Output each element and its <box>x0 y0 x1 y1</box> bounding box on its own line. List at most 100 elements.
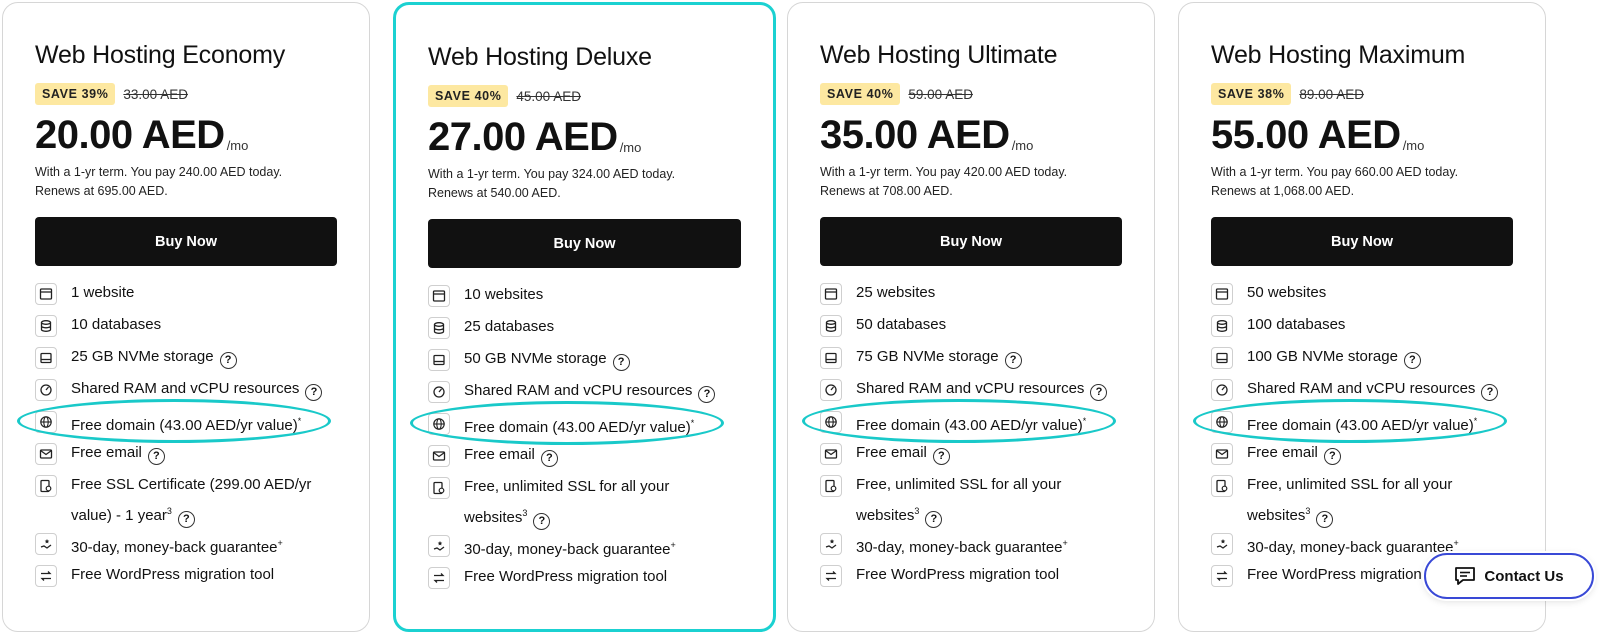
help-icon[interactable]: ? <box>698 386 716 403</box>
feature-label: 100 GB NVMe storage <box>1247 348 1398 365</box>
database-icon <box>35 315 57 337</box>
swap-arrows-icon <box>35 565 57 587</box>
feature-list: 10 websites 25 databases 50 GB NVMe storag… <box>410 284 741 598</box>
help-icon[interactable]: ? <box>1481 384 1499 401</box>
money-back-hand-icon <box>1211 533 1233 555</box>
buy-now-button[interactable]: Buy Now <box>820 217 1122 266</box>
swap-arrows-icon <box>1211 565 1233 587</box>
feature-label: 30-day, money-back guarantee <box>71 539 278 556</box>
browser-window-icon <box>820 283 842 305</box>
footnote-marker: 3 <box>914 506 920 516</box>
buy-now-button[interactable]: Buy Now <box>35 217 337 266</box>
original-price: 59.00 AED <box>908 86 973 102</box>
feature-label: Free domain (43.00 AED/yr value) <box>856 417 1083 434</box>
help-icon[interactable]: ? <box>305 384 323 401</box>
feature-email: Free email? <box>1211 442 1513 474</box>
swap-arrows-icon <box>820 565 842 587</box>
globe-icon <box>1211 411 1233 433</box>
globe-icon <box>820 411 842 433</box>
feature-label: Free email <box>1247 444 1318 461</box>
feature-label: 75 GB NVMe storage <box>856 348 999 365</box>
globe-icon <box>428 413 450 435</box>
original-price: 89.00 AED <box>1299 86 1364 102</box>
feature-label: 1 website <box>71 284 135 301</box>
term-renewal: Renews at 695.00 AED. <box>35 184 168 198</box>
feature-guarantee: 30-day, money-back guarantee+ <box>35 532 337 564</box>
plan-price: 20.00 AED <box>35 113 225 157</box>
chat-icon <box>1455 567 1476 585</box>
footnote-marker: 3 <box>1305 506 1311 516</box>
feature-email: Free email? <box>820 442 1122 474</box>
feature-email: Free email? <box>428 444 741 476</box>
certificate-icon <box>35 475 57 497</box>
help-icon[interactable]: ? <box>1403 352 1421 369</box>
help-icon[interactable]: ? <box>1090 384 1108 401</box>
feature-label: 30-day, money-back guarantee <box>464 541 671 558</box>
feature-ram: Shared RAM and vCPU resources? <box>428 380 741 412</box>
feature-email: Free email? <box>35 442 337 474</box>
help-icon[interactable]: ? <box>1004 352 1022 369</box>
feature-storage: 50 GB NVMe storage? <box>428 348 741 380</box>
feature-label: Free WordPress migration tool <box>856 566 1060 583</box>
help-icon[interactable]: ? <box>533 513 551 530</box>
save-badge: SAVE 40% <box>820 83 901 105</box>
feature-websites: 50 websites <box>1211 282 1513 314</box>
feature-migration: Free WordPress migration tool <box>35 564 337 596</box>
plan-card-economy: Web Hosting Economy SAVE 39% 33.00 AED 2… <box>2 2 370 632</box>
feature-databases: 25 databases <box>428 316 741 348</box>
contact-us-button[interactable]: Contact Us <box>1424 553 1594 599</box>
gauge-icon <box>35 379 57 401</box>
feature-label: 10 websites <box>464 286 544 303</box>
feature-label: 25 databases <box>464 318 555 335</box>
money-back-hand-icon <box>820 533 842 555</box>
feature-ssl: Free, unlimited SSL for all your website… <box>820 474 1122 532</box>
plan-title: Web Hosting Deluxe <box>428 43 652 71</box>
plan-card-maximum: Web Hosting Maximum SAVE 38% 89.00 AED 5… <box>1178 2 1546 632</box>
plan-title: Web Hosting Ultimate <box>820 41 1058 69</box>
help-icon[interactable]: ? <box>925 511 943 528</box>
help-icon[interactable]: ? <box>932 448 950 465</box>
help-icon[interactable]: ? <box>177 511 195 528</box>
feature-ram: Shared RAM and vCPU resources? <box>820 378 1122 410</box>
feature-databases: 50 databases <box>820 314 1122 346</box>
help-icon[interactable]: ? <box>1323 448 1341 465</box>
database-icon <box>1211 315 1233 337</box>
price-period: /mo <box>619 140 642 155</box>
feature-storage: 25 GB NVMe storage? <box>35 346 337 378</box>
certificate-icon <box>1211 475 1233 497</box>
help-icon[interactable]: ? <box>540 450 558 467</box>
term-description: With a 1-yr term. You pay 240.00 AED tod… <box>35 163 337 201</box>
mail-icon <box>820 443 842 465</box>
feature-ssl: Free SSL Certificate (299.00 AED/yr valu… <box>35 474 337 532</box>
footnote-marker: * <box>1082 416 1087 426</box>
footnote-marker: + <box>1453 538 1459 548</box>
mail-icon <box>1211 443 1233 465</box>
price-period: /mo <box>226 138 249 153</box>
feature-websites: 10 websites <box>428 284 741 316</box>
plan-title: Web Hosting Economy <box>35 41 286 69</box>
feature-label: Free WordPress migration tool <box>1247 566 1451 583</box>
help-icon[interactable]: ? <box>1316 511 1334 528</box>
help-icon[interactable]: ? <box>147 448 165 465</box>
help-icon[interactable]: ? <box>612 354 630 371</box>
feature-label: Free domain (43.00 AED/yr value) <box>71 417 298 434</box>
mail-icon <box>35 443 57 465</box>
feature-label: Free domain (43.00 AED/yr value) <box>464 419 691 436</box>
feature-label: Shared RAM and vCPU resources <box>1247 380 1476 397</box>
gauge-icon <box>820 379 842 401</box>
storage-drive-icon <box>1211 347 1233 369</box>
plan-card-deluxe: Web Hosting Deluxe SAVE 40% 45.00 AED 27… <box>393 2 776 632</box>
feature-label: Free WordPress migration tool <box>464 568 668 585</box>
feature-ssl: Free, unlimited SSL for all your website… <box>1211 474 1513 532</box>
term-renewal: Renews at 540.00 AED. <box>428 186 561 200</box>
term-description: With a 1-yr term. You pay 660.00 AED tod… <box>1211 163 1513 201</box>
buy-now-button[interactable]: Buy Now <box>428 219 741 268</box>
database-icon <box>820 315 842 337</box>
feature-label: 50 websites <box>1247 284 1327 301</box>
original-price: 33.00 AED <box>123 86 188 102</box>
buy-now-button[interactable]: Buy Now <box>1211 217 1513 266</box>
help-icon[interactable]: ? <box>219 352 237 369</box>
feature-ram: Shared RAM and vCPU resources? <box>1211 378 1513 410</box>
feature-label: 10 databases <box>71 316 162 333</box>
plan-price: 27.00 AED <box>428 115 618 159</box>
